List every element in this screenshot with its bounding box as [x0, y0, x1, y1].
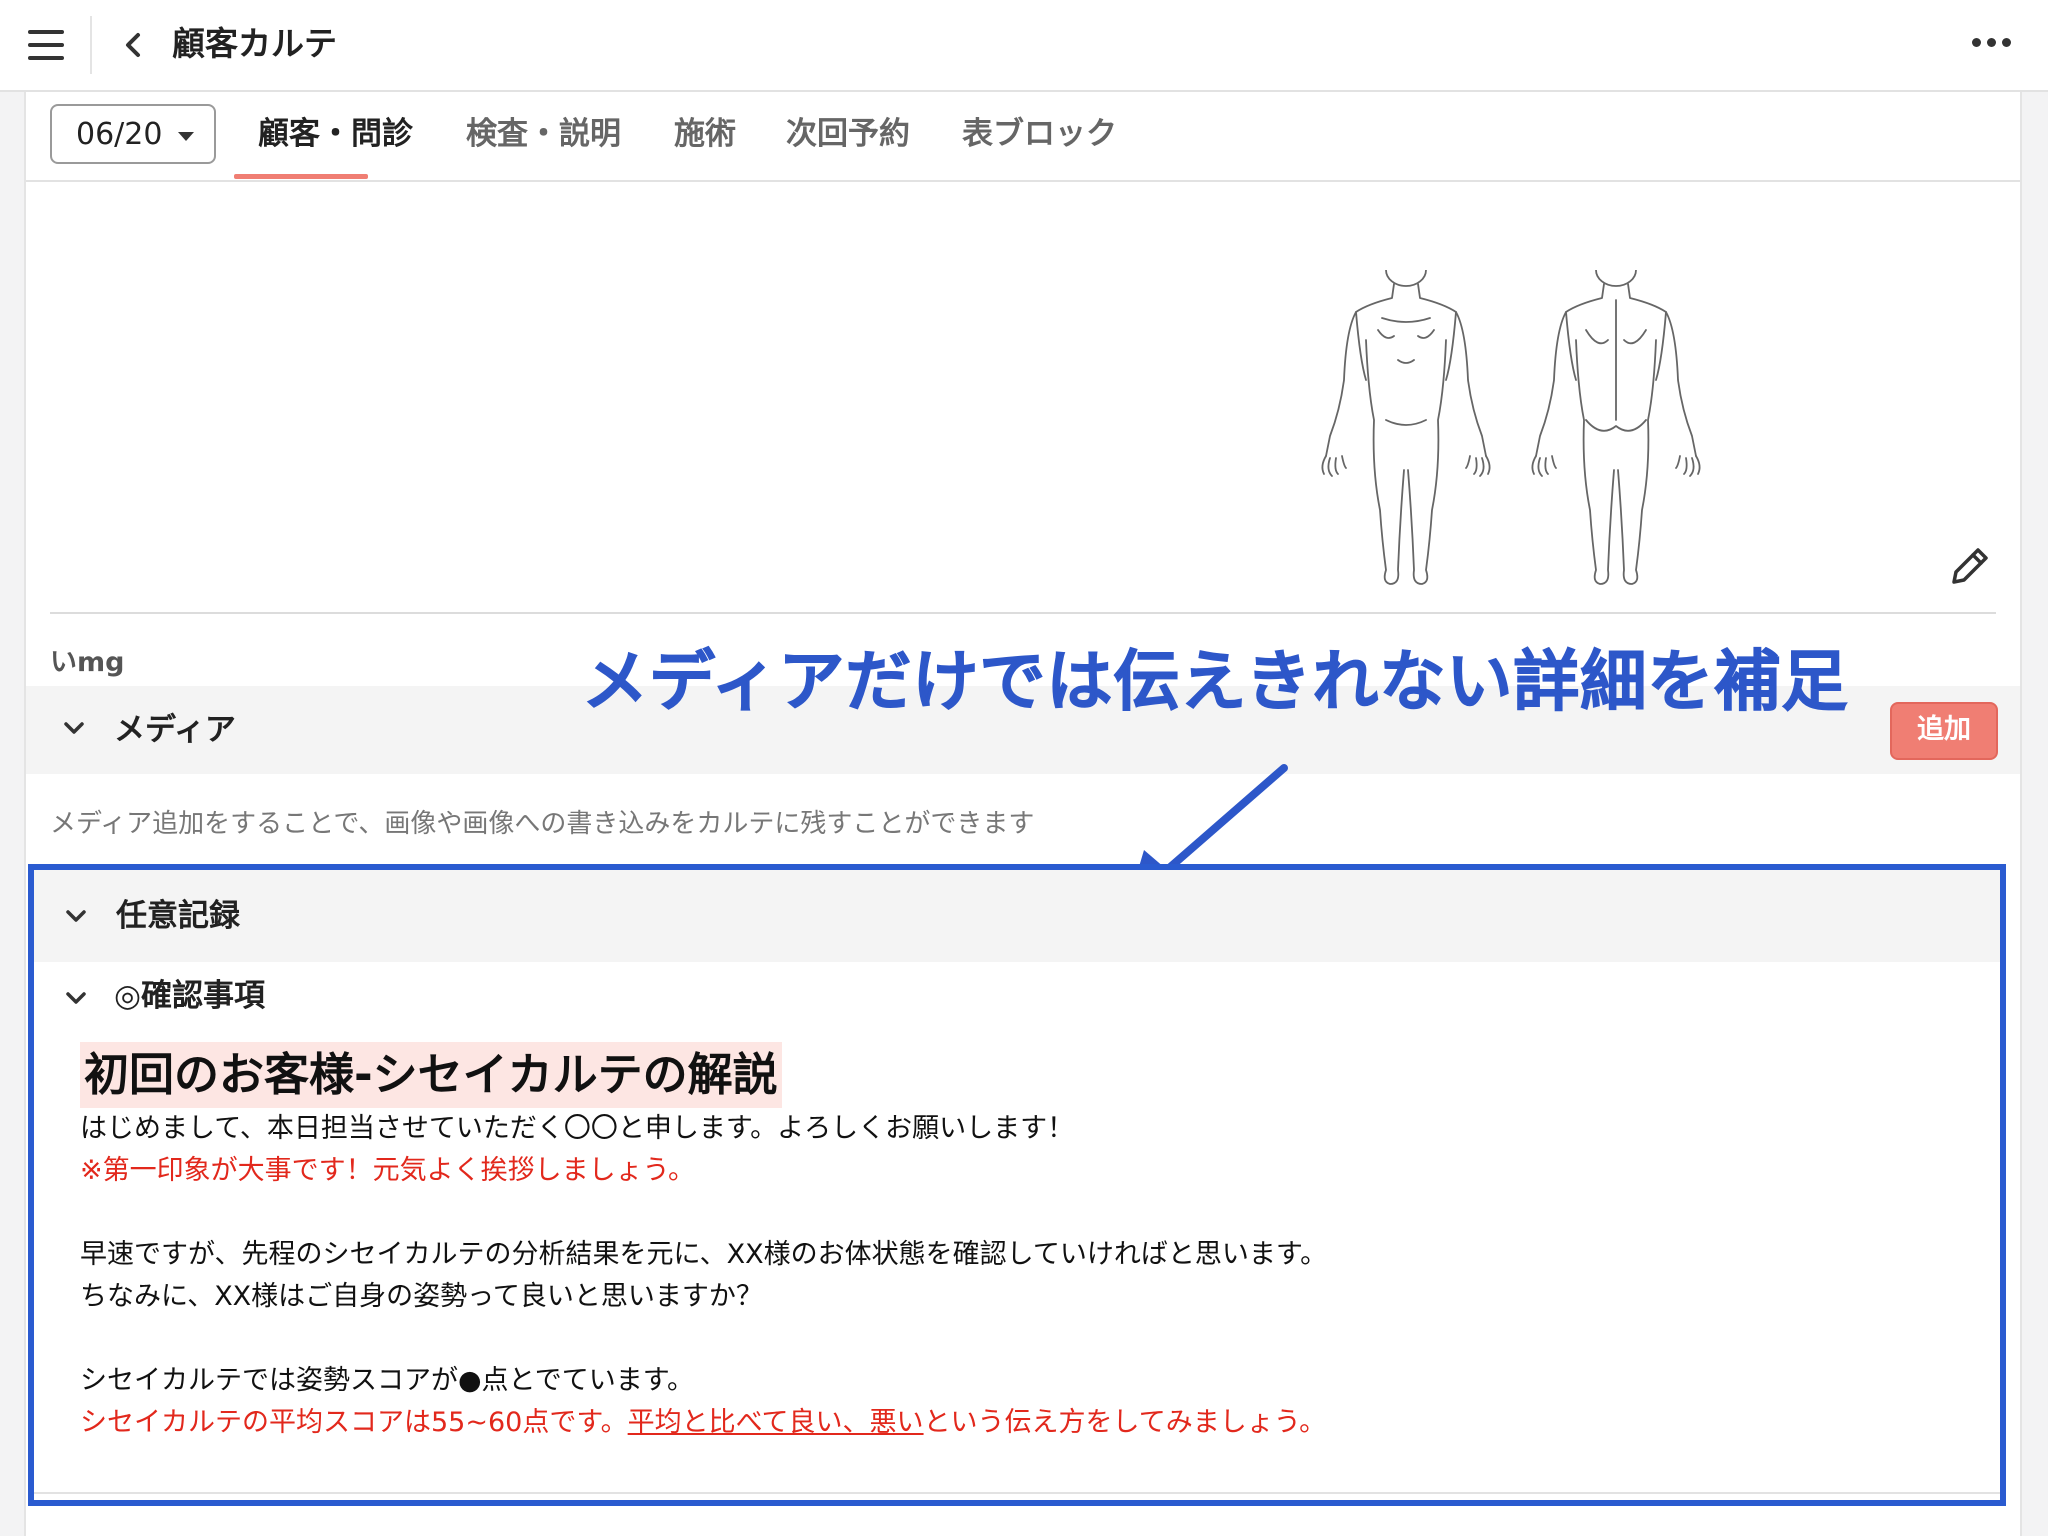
stub-text: [726, 278, 774, 288]
media-section-title: メディア: [114, 712, 236, 748]
tab-bar: 06/20 顧客・問診 検査・説明 施術 次回予約 表ブロック: [26, 92, 2020, 182]
page-title: 顧客カルテ: [172, 24, 337, 63]
divider: [90, 16, 92, 74]
media-hint-text: メディア追加をすることで、画像や画像への書き込みをカルテに残すことができます: [50, 809, 1035, 839]
more-horizontal-icon[interactable]: [1972, 38, 2012, 48]
chevron-down-icon[interactable]: [64, 908, 88, 924]
tab-customer-interview[interactable]: 顧客・問診: [258, 114, 413, 154]
pencil-icon[interactable]: [1948, 542, 1994, 588]
chevron-down-icon[interactable]: [64, 990, 88, 1006]
memo-field-label: いmg: [50, 647, 125, 678]
confirmation-items-title: ◎確認事項: [114, 978, 266, 1014]
tab-next-appointment[interactable]: 次回予約: [786, 114, 910, 154]
tab-table-block[interactable]: 表ブロック: [962, 114, 1117, 154]
tab-treatment[interactable]: 施術: [674, 114, 736, 154]
caret-down-icon: [178, 132, 194, 141]
record-line: はじめまして、本日担当させていただく〇〇と申します。よろしくお願いします！: [80, 1113, 1075, 1144]
free-record-title: 任意記録: [116, 898, 240, 934]
record-note-red: ※第一印象が大事です！元気よく挨拶しましょう。: [80, 1155, 696, 1186]
annotation-callout: メディアだけでは伝えきれない詳細を補足: [581, 643, 1849, 721]
karte-panel: 06/20 顧客・問診 検査・説明 施術 次回予約 表ブロック いmg メディア…: [26, 92, 2020, 1536]
record-note-part: という伝え方をしてみましょう。: [923, 1407, 1327, 1438]
panel-border-right: [2020, 92, 2022, 1536]
record-line: 早速ですが、先程のシセイカルテの分析結果を元に、XX様のお体状態を確認していけれ…: [80, 1239, 1328, 1270]
record-note-underlined: 平均と比べて良い、悪い: [627, 1407, 924, 1438]
section-divider: [34, 1492, 2000, 1494]
free-record-section: 任意記録 ◎確認事項 初回のお客様-シセイカルテの解説 はじめまして、本日担当さ…: [28, 864, 2006, 1506]
app-bar: 顧客カルテ: [0, 0, 2048, 92]
date-select-value: 06/20: [76, 117, 163, 152]
tab-exam-explanation[interactable]: 検査・説明: [466, 114, 621, 154]
add-media-button[interactable]: 追加: [1890, 702, 1998, 760]
record-line: シセイカルテでは姿勢スコアが●点とでています。: [80, 1365, 695, 1396]
body-chart-section: いmg: [26, 182, 2020, 678]
chevron-down-icon[interactable]: [62, 720, 86, 736]
record-line: ちなみに、XX様はご自身の姿勢って良いと思いますか？: [80, 1281, 763, 1312]
section-divider: [50, 612, 1996, 614]
record-note-part: シセイカルテの平均スコアは55~60点です。: [80, 1407, 628, 1438]
active-tab-indicator: [234, 174, 368, 179]
body-figure-image[interactable]: [1286, 270, 1746, 590]
record-heading: 初回のお客様-シセイカルテの解説: [80, 1042, 782, 1108]
record-note-red: シセイカルテの平均スコアは55~60点です。平均と比べて良い、悪いという伝え方を…: [80, 1404, 1326, 1442]
free-record-header[interactable]: 任意記録: [34, 870, 2000, 962]
back-chevron-icon[interactable]: [118, 28, 148, 62]
date-select[interactable]: 06/20: [50, 104, 216, 164]
menu-icon[interactable]: [28, 30, 64, 60]
